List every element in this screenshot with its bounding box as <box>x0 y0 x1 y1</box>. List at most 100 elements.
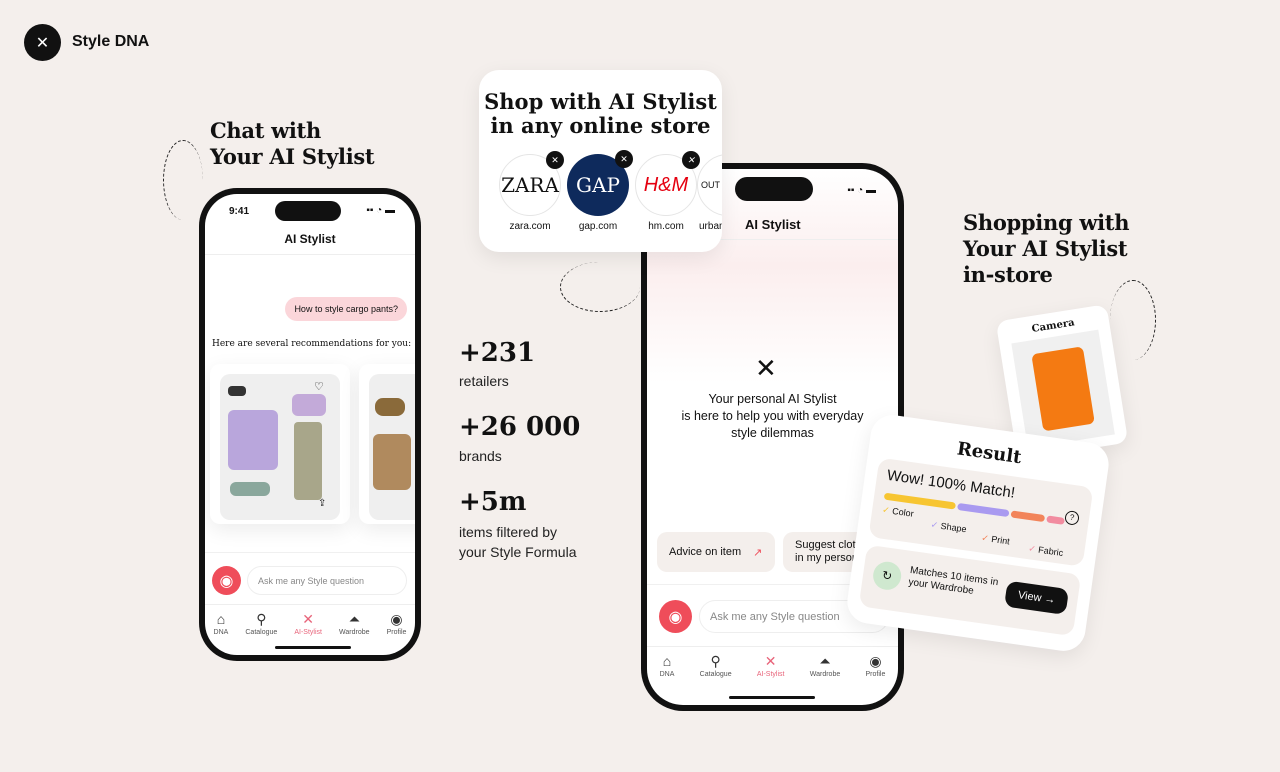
outfit-card[interactable] <box>359 364 415 524</box>
input-placeholder: Ask me any Style question <box>710 610 840 623</box>
bottom-nav: ⌂ DNA ⚲ Catalogue ✕ AI-Stylist ⏶ Wardrobe ◉ P… <box>647 646 898 690</box>
dashed-arrow <box>163 140 203 220</box>
store-logo: OUT <box>701 180 720 190</box>
nav-label: Wardrobe <box>339 629 370 636</box>
signal-battery-icon: ▪▪ ◔ ▬ <box>366 205 395 216</box>
headline-line: Shopping with <box>963 210 1130 235</box>
view-button[interactable]: View → <box>1004 580 1070 615</box>
print-bar <box>1010 510 1046 523</box>
nav-wardrobe[interactable]: ⏶ Wardrobe <box>339 611 369 644</box>
input-placeholder: Ask me any Style question <box>258 575 365 586</box>
welcome-line: Your personal AI Stylist <box>708 392 837 406</box>
nav-dna[interactable]: ⌂ DNA <box>214 611 229 644</box>
signal-battery-icon: ▪▪ ◔ ▬ <box>847 185 876 196</box>
headline-line: Your AI Stylist <box>210 144 375 169</box>
stylist-logo-icon: ✕ <box>755 353 777 383</box>
stat-label: items filtered by <box>459 524 558 540</box>
chat-headline: Chat with Your AI Stylist <box>210 118 375 170</box>
search-icon: ⚲ <box>256 611 267 627</box>
shape-bar <box>957 502 1010 518</box>
chip-label: in my person <box>795 552 858 564</box>
stylist-icon: ✕ <box>302 611 315 627</box>
result-card: Result Wow! 100% Match! ✓ Color ✓ Shape … <box>844 412 1112 654</box>
headline-line: Chat with <box>210 118 321 143</box>
user-message-bubble: How to style cargo pants? <box>285 297 407 321</box>
store-zara[interactable]: ZARA ✕ <box>499 151 564 216</box>
camera-viewfinder <box>1011 329 1115 449</box>
phone-chat: 9:41 ▪▪ ◔ ▬ AI Stylist How to style carg… <box>199 188 421 661</box>
nav-ai-stylist[interactable]: ✕ AI-Stylist <box>294 611 322 644</box>
stylist-badge-icon: ✕ <box>615 150 633 168</box>
welcome-line: is here to help you with everyday <box>681 409 864 423</box>
orange-blazer-image <box>1031 346 1095 432</box>
criterion-label: Color <box>891 505 915 519</box>
nav-label: Profile <box>865 671 886 678</box>
advice-on-item-chip[interactable]: Advice on item ↗ <box>657 532 775 572</box>
assistant-reply: Here are several recommendations for you… <box>212 339 412 349</box>
store-hm[interactable]: H&M ✕ <box>635 151 700 216</box>
nav-profile[interactable]: ◉ Profile <box>866 653 886 690</box>
heart-icon[interactable]: ♡ <box>314 380 324 393</box>
home-indicator <box>275 646 351 649</box>
stat-label: your Style Formula <box>459 544 577 560</box>
help-icon[interactable]: ? <box>1064 510 1080 526</box>
home-icon: ⌂ <box>662 653 672 669</box>
criterion-label: Print <box>990 533 1011 547</box>
criterion-color: ✓ Color <box>881 504 915 519</box>
store-logo: H&M <box>643 173 689 196</box>
outfit-card[interactable]: ♡ ⇪ <box>210 364 350 524</box>
home-icon: ⌂ <box>216 611 226 627</box>
stat-value: +231 <box>459 338 536 368</box>
stores-headline: Shop with AI Stylist in any online store <box>479 90 722 138</box>
store-domain: hm.com <box>648 221 684 232</box>
store-domain: urban <box>699 221 722 232</box>
criterion-shape: ✓ Shape <box>930 519 968 535</box>
nav-profile[interactable]: ◉ Profile <box>387 611 407 644</box>
stylist-badge-icon: ✕ <box>546 151 564 169</box>
bottom-nav: ⌂ DNA ⚲ Catalogue ✕ AI-Stylist ⏶ Wardrobe ◉ P… <box>205 604 415 644</box>
nav-catalogue[interactable]: ⚲ Catalogue <box>700 653 732 690</box>
fabric-bar <box>1046 515 1065 525</box>
store-urban[interactable]: OUT <box>697 154 722 216</box>
online-stores-card: Shop with AI Stylist in any online store… <box>479 70 722 252</box>
headline-line: Your AI Stylist <box>963 236 1128 261</box>
hanger-icon: ⏶ <box>348 611 360 627</box>
dashed-arrow <box>1110 280 1156 360</box>
nav-catalogue[interactable]: ⚲ Catalogue <box>245 611 277 644</box>
nav-label: Wardrobe <box>809 671 841 678</box>
chat-input[interactable]: Ask me any Style question <box>247 566 407 595</box>
status-time: 9:41 <box>229 206 250 217</box>
brand-logo-icon: ✕ <box>24 24 61 61</box>
headline-line: Shop with AI Stylist <box>484 89 717 114</box>
camera-button[interactable]: ◉ <box>659 600 692 633</box>
nav-ai-stylist[interactable]: ✕ AI-Stylist <box>757 653 785 690</box>
nav-dna[interactable]: ⌂ DNA <box>660 653 675 690</box>
brand-name: Style DNA <box>72 33 150 50</box>
profile-icon: ◉ <box>869 653 882 669</box>
nav-wardrobe[interactable]: ⏶ Wardrobe <box>810 653 840 690</box>
nav-label: Catalogue <box>245 629 278 636</box>
camera-button[interactable]: ◉ <box>212 566 241 595</box>
screen-title: AI Stylist <box>745 217 801 232</box>
outfit-image <box>369 374 415 520</box>
nav-label: AI-Stylist <box>294 629 322 636</box>
stat-label: brands <box>459 448 502 464</box>
share-icon[interactable]: ⇪ <box>318 498 326 509</box>
profile-icon: ◉ <box>390 611 403 627</box>
chip-label: Advice on item <box>669 546 742 558</box>
criterion-label: Fabric <box>1037 544 1064 558</box>
criterion-print: ✓ Print <box>980 532 1011 547</box>
welcome-line: style dilemmas <box>731 426 814 440</box>
dynamic-island <box>275 201 341 221</box>
store-gap[interactable]: GAP ✕ <box>567 150 633 216</box>
nav-label: Catalogue <box>699 671 732 678</box>
nav-label: AI-Stylist <box>756 671 785 678</box>
headline-line: in any online store <box>490 113 711 138</box>
criterion-label: Shape <box>940 520 968 535</box>
nav-label: Profile <box>386 629 407 636</box>
wardrobe-match-icon: ↻ <box>871 559 903 592</box>
stat-label: retailers <box>459 373 509 389</box>
dynamic-island <box>735 177 813 201</box>
arrow-up-right-icon: ↗ <box>753 546 763 559</box>
stylist-icon: ✕ <box>764 653 777 669</box>
